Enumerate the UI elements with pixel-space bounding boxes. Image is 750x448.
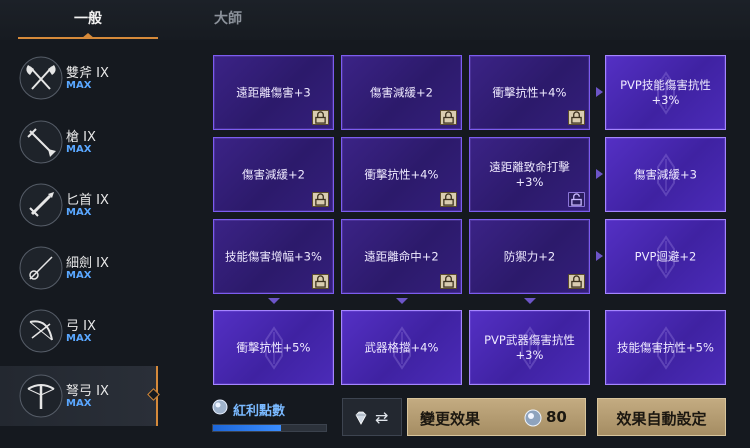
weapon-item[interactable]: 弓 IX MAX bbox=[0, 301, 158, 361]
effect-node[interactable]: 衝擊抗性+4% bbox=[469, 55, 590, 130]
effect-node-label: PVP技能傷害抗性 +3% bbox=[620, 77, 711, 107]
lock-icon bbox=[312, 110, 329, 125]
arrow-right-icon bbox=[596, 87, 603, 97]
weapon-list: 雙斧 IX MAX 槍 IX MAX 匕首 IX MAX 細劍 IX MAX 弓 IX MAX 弩弓… bbox=[0, 48, 158, 448]
effect-node-label: 衝擊抗性+5% bbox=[236, 340, 311, 354]
swap-button[interactable]: ⇄ bbox=[342, 398, 402, 436]
effect-node-label: PVP迴避+2 bbox=[634, 249, 697, 263]
effect-node[interactable]: PVP武器傷害抗性 +3% bbox=[469, 310, 590, 385]
tab-pointer-icon bbox=[82, 33, 94, 38]
rapier-icon bbox=[19, 246, 63, 290]
weapon-item[interactable]: 雙斧 IX MAX bbox=[0, 48, 158, 108]
lock-icon bbox=[440, 110, 457, 125]
weapon-name: 雙斧 IX bbox=[66, 66, 109, 81]
effect-node-label: 傷害減緩+3 bbox=[634, 167, 697, 181]
effect-node-label: 衝擊抗性+4% bbox=[492, 85, 567, 99]
effect-node[interactable]: 遠距離傷害+3 bbox=[213, 55, 334, 130]
effect-node-label: 技能傷害抗性+5% bbox=[617, 340, 714, 354]
effect-node[interactable]: 衝擊抗性+4% bbox=[341, 137, 462, 212]
arrow-down-icon bbox=[524, 298, 536, 304]
dagger-icon bbox=[19, 183, 63, 227]
crossbow-icon bbox=[19, 374, 63, 418]
tab-general[interactable]: 一般 bbox=[18, 0, 158, 39]
tab-master-label: 大師 bbox=[214, 11, 242, 27]
effect-node-label: 防禦力+2 bbox=[503, 249, 556, 263]
lock-icon bbox=[312, 274, 329, 289]
effect-node-label: 傷害減緩+2 bbox=[242, 167, 305, 181]
arrow-right-icon bbox=[596, 169, 603, 179]
effect-node[interactable]: 傷害減緩+3 bbox=[605, 137, 726, 212]
tab-general-label: 一般 bbox=[74, 11, 102, 27]
effect-node[interactable]: 防禦力+2 bbox=[469, 219, 590, 294]
lock-icon bbox=[568, 274, 585, 289]
crystal-orb-icon bbox=[524, 409, 542, 427]
weapon-level: MAX bbox=[66, 80, 92, 91]
change-effect-button[interactable]: 變更效果 80 bbox=[407, 398, 586, 436]
swap-arrows-icon: ⇄ bbox=[375, 408, 389, 427]
weapon-name: 匕首 IX bbox=[66, 193, 109, 208]
lock-icon bbox=[568, 110, 585, 125]
auto-setting-label: 效果自動設定 bbox=[616, 410, 707, 428]
arrow-down-icon bbox=[268, 298, 280, 304]
bonus-progress-bar bbox=[212, 424, 327, 432]
weapon-name: 弩弓 IX bbox=[66, 384, 109, 399]
bow-icon bbox=[19, 309, 63, 353]
effect-node[interactable]: 衝擊抗性+5% bbox=[213, 310, 334, 385]
double-axe-icon bbox=[19, 56, 63, 100]
effect-node[interactable]: 傷害減緩+2 bbox=[213, 137, 334, 212]
arrow-right-icon bbox=[596, 251, 603, 261]
weapon-item[interactable]: 細劍 IX MAX bbox=[0, 238, 158, 298]
effect-node[interactable]: 傷害減緩+2 bbox=[341, 55, 462, 130]
tab-master[interactable]: 大師 bbox=[168, 0, 288, 38]
lock-icon bbox=[440, 274, 457, 289]
tab-bar: 一般 大師 bbox=[0, 0, 750, 40]
effect-node[interactable]: PVP迴避+2 bbox=[605, 219, 726, 294]
effect-node[interactable]: 遠距離命中+2 bbox=[341, 219, 462, 294]
effect-node-label: 遠距離致命打擊 +3% bbox=[489, 159, 570, 189]
weapon-level: MAX bbox=[66, 270, 92, 281]
weapon-name: 槍 IX bbox=[66, 130, 96, 145]
weapon-item[interactable]: 弩弓 IX MAX bbox=[0, 366, 158, 426]
effect-node-label: 衝擊抗性+4% bbox=[364, 167, 439, 181]
weapon-name: 弓 IX bbox=[66, 319, 96, 334]
spear-icon bbox=[19, 120, 63, 164]
weapon-item[interactable]: 匕首 IX MAX bbox=[0, 175, 158, 235]
weapon-level: MAX bbox=[66, 207, 92, 218]
effect-node-label: 遠距離命中+2 bbox=[364, 249, 439, 263]
effect-node[interactable]: PVP技能傷害抗性 +3% bbox=[605, 55, 726, 130]
arrow-down-icon bbox=[396, 298, 408, 304]
effect-node[interactable]: 遠距離致命打擊 +3% bbox=[469, 137, 590, 212]
weapon-level: MAX bbox=[66, 398, 92, 409]
lock-icon bbox=[312, 192, 329, 207]
effect-node-label: 武器格擋+4% bbox=[364, 340, 439, 354]
weapon-level: MAX bbox=[66, 144, 92, 155]
effect-node-label: 遠距離傷害+3 bbox=[236, 85, 311, 99]
change-effect-cost: 80 bbox=[546, 408, 567, 426]
effect-node[interactable]: 技能傷害增幅+3% bbox=[213, 219, 334, 294]
effect-node-label: 技能傷害增幅+3% bbox=[225, 249, 322, 263]
auto-setting-button[interactable]: 效果自動設定 bbox=[597, 398, 726, 436]
effect-node[interactable]: 技能傷害抗性+5% bbox=[605, 310, 726, 385]
effect-node[interactable]: 武器格擋+4% bbox=[341, 310, 462, 385]
unlock-icon bbox=[568, 192, 585, 207]
effect-node-label: PVP武器傷害抗性 +3% bbox=[484, 332, 575, 362]
bonus-progress-fill bbox=[213, 425, 281, 431]
weapon-level: MAX bbox=[66, 333, 92, 344]
weapon-name: 細劍 IX bbox=[66, 256, 109, 271]
diamond-icon bbox=[355, 411, 367, 425]
lock-icon bbox=[440, 192, 457, 207]
crystal-orb-icon bbox=[212, 399, 228, 415]
effect-node-label: 傷害減緩+2 bbox=[370, 85, 433, 99]
change-effect-label: 變更效果 bbox=[420, 410, 481, 428]
bonus-points-label: 紅利點數 bbox=[233, 404, 286, 419]
weapon-item[interactable]: 槍 IX MAX bbox=[0, 112, 158, 172]
